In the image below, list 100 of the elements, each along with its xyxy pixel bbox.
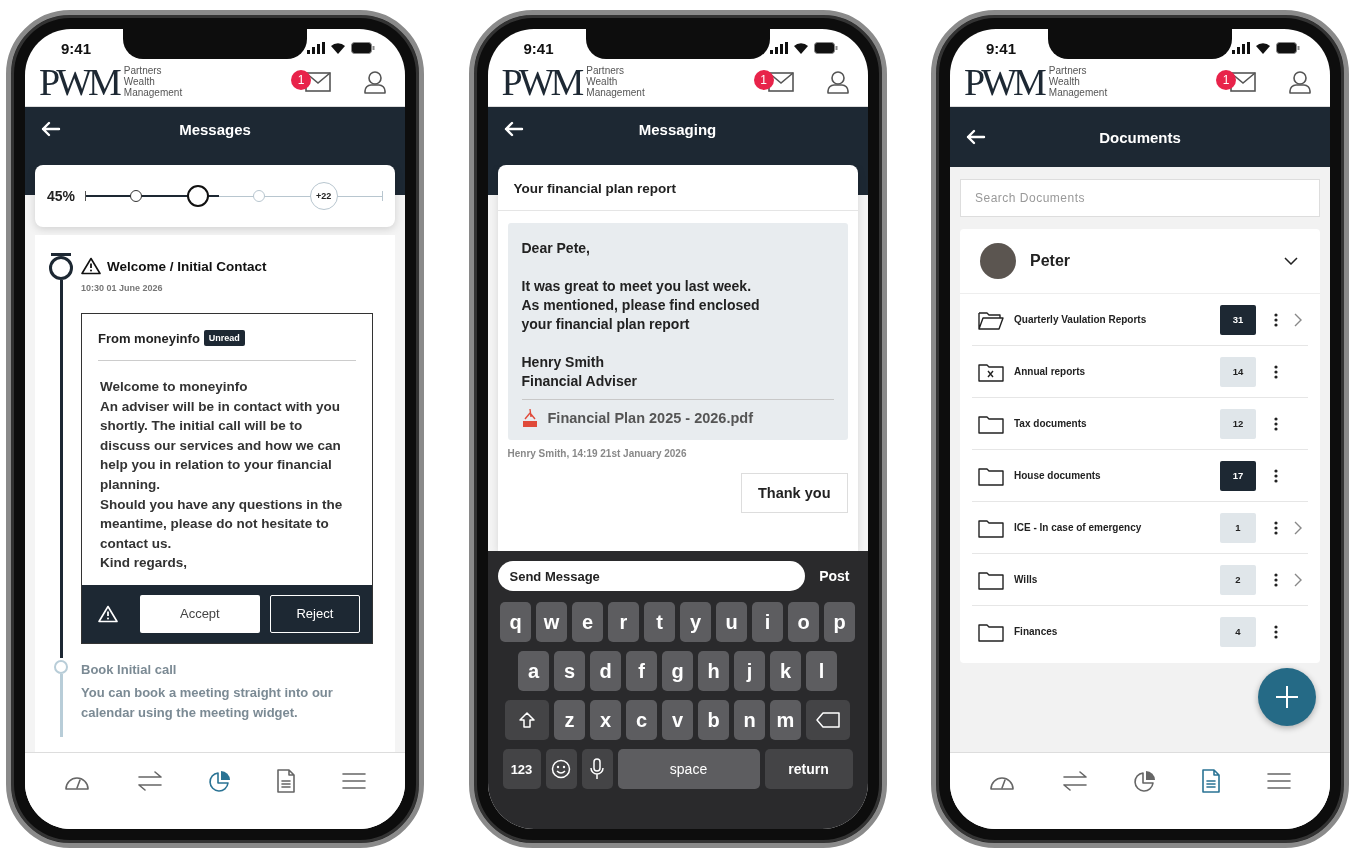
attachment-link[interactable]: Financial Plan 2025 - 2026.pdf <box>521 408 834 428</box>
swap-arrows-icon <box>1060 770 1089 792</box>
keyboard-key[interactable]: y <box>680 602 711 642</box>
swap-arrows-icon <box>135 770 164 792</box>
emoji-icon <box>551 759 571 779</box>
keyboard-key[interactable]: o <box>788 602 819 642</box>
delete-key[interactable] <box>806 700 850 740</box>
user-icon[interactable] <box>1288 69 1312 94</box>
return-key[interactable]: return <box>764 749 853 789</box>
keyboard-key[interactable]: d <box>590 651 621 691</box>
notification-badge: 1 <box>291 69 311 90</box>
screen-title: Documents <box>1098 128 1182 146</box>
dictation-key[interactable] <box>581 749 613 789</box>
keyboard-key[interactable]: x <box>590 700 621 740</box>
signal-icon <box>307 42 325 54</box>
keyboard-key[interactable]: b <box>698 700 729 740</box>
message-text: It was great to meet you last week. <box>521 277 753 296</box>
folder-icon <box>978 465 1004 486</box>
more-options-icon[interactable] <box>1274 312 1278 327</box>
more-options-icon[interactable] <box>1274 416 1278 431</box>
folder-name: Tax documents <box>1014 418 1088 429</box>
keyboard-key[interactable]: z <box>554 700 585 740</box>
logo-text: Partners <box>1048 65 1088 76</box>
logo-text: Management <box>1048 87 1108 98</box>
more-options-icon[interactable] <box>1274 624 1278 639</box>
space-key[interactable]: space <box>617 749 760 789</box>
signature-text: Henry Smith <box>521 353 605 372</box>
timestamp: 10:30 01 June 2026 <box>81 283 164 293</box>
keyboard-key[interactable]: r <box>608 602 639 642</box>
envelope-icon <box>1230 71 1256 92</box>
keyboard-key[interactable]: a <box>518 651 549 691</box>
logo-text: Management <box>123 87 183 98</box>
keyboard-key[interactable]: s <box>554 651 585 691</box>
keyboard-key[interactable]: c <box>626 700 657 740</box>
wifi-icon <box>792 42 809 54</box>
user-icon[interactable] <box>363 69 387 94</box>
shift-key[interactable] <box>505 700 549 740</box>
folder-row[interactable]: Finances 4 <box>972 606 1308 657</box>
search-field[interactable]: Search Documents <box>960 179 1320 217</box>
keyboard-key[interactable]: g <box>662 651 693 691</box>
folder-row[interactable]: House documents 17 <box>972 450 1308 502</box>
back-arrow-icon[interactable] <box>966 129 986 145</box>
chevron-down-icon[interactable] <box>1284 257 1298 265</box>
folder-x-icon <box>978 361 1004 382</box>
logo-text: Wealth <box>123 76 156 87</box>
shift-icon <box>518 711 536 729</box>
folder-row[interactable]: Quarterly Vaulation Reports 31 <box>972 294 1308 346</box>
file-count: 4 <box>1220 616 1256 647</box>
keyboard-key[interactable]: v <box>662 700 693 740</box>
more-options-icon[interactable] <box>1274 468 1278 483</box>
chevron-right-icon[interactable] <box>1294 520 1302 535</box>
folder-row[interactable]: Wills 2 <box>972 554 1308 606</box>
message-text: Should you have any questions in the meantime, please do not hesitate to contact us. <box>100 495 344 553</box>
inbox-button[interactable] <box>1230 71 1256 92</box>
signal-icon <box>1232 42 1250 54</box>
keyboard-key[interactable]: l <box>806 651 837 691</box>
pdf-file-icon <box>521 408 538 428</box>
greeting: Dear Pete, <box>521 239 591 258</box>
keyboard-key[interactable]: n <box>734 700 765 740</box>
folder-row[interactable]: Tax documents 12 <box>972 398 1308 450</box>
keyboard-key[interactable]: p <box>824 602 855 642</box>
message-text: An adviser will be in contact with you shortly. The initial call will be to discuss our services and how we can help you in relation to your financial planning. <box>100 397 342 494</box>
post-button[interactable]: Post <box>815 568 858 584</box>
keyboard-key[interactable]: q <box>500 602 531 642</box>
keyboard-key[interactable]: w <box>536 602 567 642</box>
more-options-icon[interactable] <box>1274 364 1278 379</box>
keyboard-key[interactable]: e <box>572 602 603 642</box>
back-arrow-icon[interactable] <box>41 121 61 137</box>
inbox-button[interactable] <box>305 71 331 92</box>
emoji-key[interactable] <box>545 749 577 789</box>
more-options-icon[interactable] <box>1274 572 1278 587</box>
add-button[interactable] <box>1258 668 1316 726</box>
backspace-icon <box>816 712 840 728</box>
keyboard-key[interactable]: i <box>752 602 783 642</box>
chevron-right-icon[interactable] <box>1294 572 1302 587</box>
chevron-right-icon[interactable] <box>1294 312 1302 327</box>
wifi-icon <box>1255 42 1271 54</box>
folder-row[interactable]: Annual reports 14 <box>972 346 1308 398</box>
folder-row[interactable]: ICE - In case of emergency 1 <box>972 502 1308 554</box>
inbox-button[interactable] <box>767 71 794 92</box>
keyboard-key[interactable]: h <box>698 651 729 691</box>
wifi-icon <box>330 42 346 54</box>
keyboard-key[interactable]: f <box>626 651 657 691</box>
accept-button[interactable]: Accept <box>140 594 260 633</box>
keyboard-key[interactable]: u <box>716 602 747 642</box>
message-input[interactable]: Send Message <box>497 561 806 591</box>
signature-text: Financial Adviser <box>521 372 638 391</box>
menu-icon <box>1265 771 1292 791</box>
keyboard-key[interactable]: t <box>644 602 675 642</box>
reply-bubble: Thank you <box>741 473 848 513</box>
keyboard-key[interactable]: m <box>770 700 801 740</box>
folder-name: ICE - In case of emergency <box>1014 522 1143 533</box>
back-arrow-icon[interactable] <box>503 121 524 137</box>
document-icon <box>1201 768 1222 794</box>
reject-button[interactable]: Reject <box>269 594 360 633</box>
user-icon[interactable] <box>825 69 850 94</box>
keyboard-key[interactable]: j <box>734 651 765 691</box>
more-options-icon[interactable] <box>1274 520 1278 535</box>
numbers-key[interactable]: 123 <box>502 749 541 789</box>
keyboard-key[interactable]: k <box>770 651 801 691</box>
